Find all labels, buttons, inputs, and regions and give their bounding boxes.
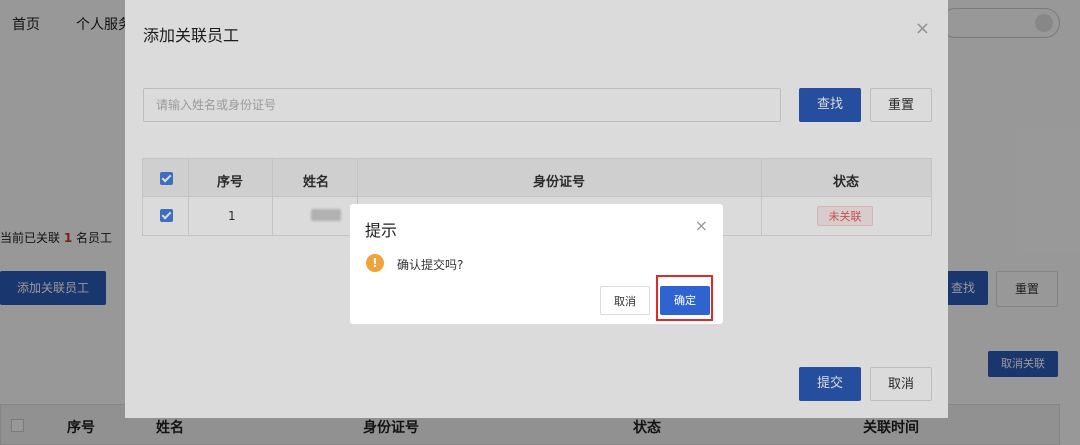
confirm-cancel-button[interactable]: 取消 [600,286,650,315]
close-icon[interactable]: × [695,216,708,235]
confirm-message: 确认提交吗? [397,258,464,272]
confirm-dialog: 提示 × ! 确认提交吗? 取消 确定 [350,204,723,324]
confirm-title: 提示 [365,221,398,240]
highlight-box [656,275,713,321]
warning-icon: ! [366,254,384,272]
